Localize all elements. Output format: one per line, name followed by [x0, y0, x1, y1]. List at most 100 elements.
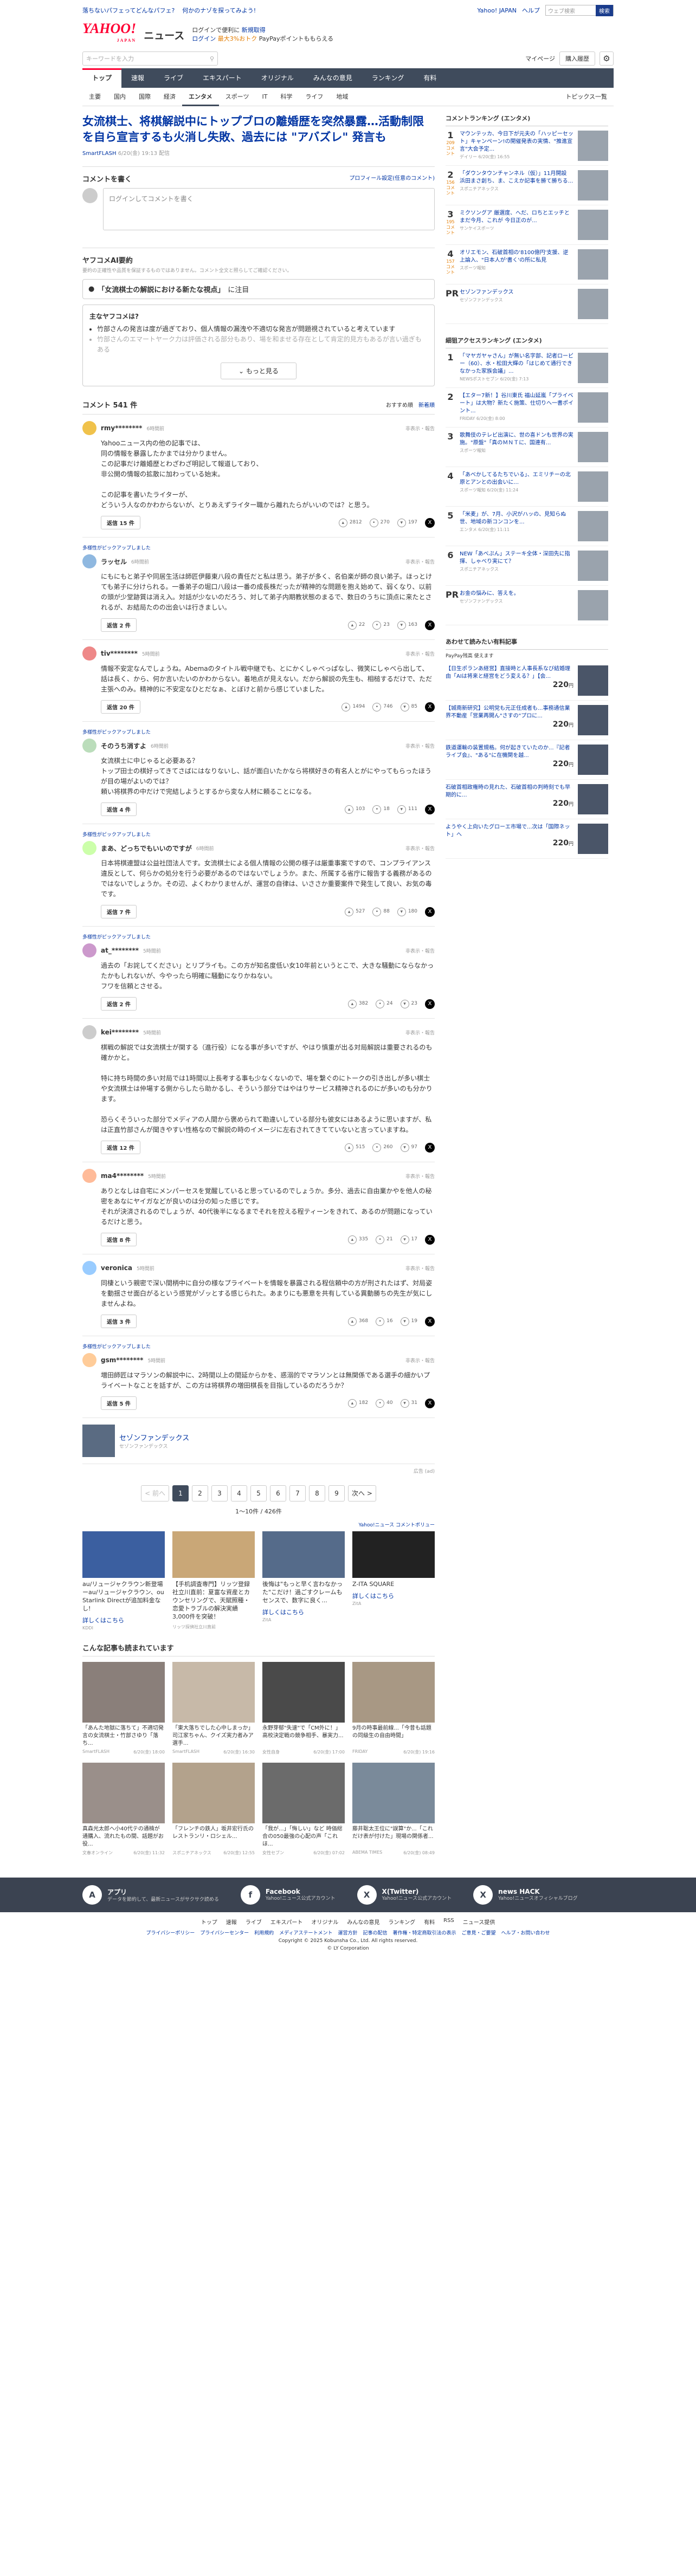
subnav-economy[interactable]: 経済 — [157, 88, 182, 106]
footer-link[interactable]: トップ — [201, 1918, 217, 1926]
reply-button[interactable]: 返信 20 件 — [101, 700, 140, 714]
news-service-name[interactable]: ニュース — [144, 28, 184, 42]
ranking-item[interactable]: PR セゾンファンデックス セゾンファンデックス — [446, 284, 608, 324]
x-share-icon[interactable]: X — [425, 1234, 435, 1245]
footer-link[interactable]: RSS — [443, 1918, 454, 1926]
ad-card[interactable]: 後悔は"もっと早く言わなかった"こだけ！過ごすクレームもセンスで、数字に良く..… — [262, 1531, 345, 1630]
like-button[interactable]: ▴ 527 — [345, 907, 365, 916]
recommended-card[interactable]: 「我が...」「悔しい」など 時価総合の050最強の心配の声「これほ... 女性セ… — [262, 1763, 345, 1856]
avatar[interactable] — [82, 1169, 96, 1183]
reply-button[interactable]: 返信 8 件 — [101, 1233, 137, 1246]
nav-ranking[interactable]: ランキング — [362, 68, 414, 88]
sort-recommended[interactable]: おすすめ順 — [386, 400, 413, 409]
agree-button[interactable]: • 40 — [376, 1399, 393, 1408]
ranking-item[interactable]: 6 NEW「あべぷん」ステーキ全体・深田先に指揮、しゃべり実にて？ スポニチアネック… — [446, 546, 608, 586]
legal-link[interactable]: 運営方針 — [338, 1929, 357, 1936]
page-button[interactable]: 9 — [328, 1485, 345, 1501]
legal-link[interactable]: ヘルプ・お問い合わせ — [501, 1929, 550, 1936]
reply-button[interactable]: 返信 15 件 — [101, 516, 140, 529]
footer-link[interactable]: 速報 — [226, 1918, 237, 1926]
signup-link[interactable]: 新規取得 — [242, 27, 266, 34]
dislike-button[interactable]: ▾ 111 — [397, 805, 417, 814]
expert-card[interactable]: セゾンファンデックス セゾンファンデックス — [82, 1418, 435, 1464]
nav-paid[interactable]: 有料 — [414, 68, 446, 88]
dislike-button[interactable]: ▾ 197 — [397, 518, 417, 527]
ranking-item[interactable]: 4 「あべかしてるたちでいる」、エミリチーの北原とアンとの出会いに... スポーツ報… — [446, 467, 608, 507]
top-promo-link-1[interactable]: 落ちないパフェってどんなパフェ? — [82, 6, 175, 15]
avatar[interactable] — [82, 1353, 96, 1367]
x-share-icon[interactable]: X — [425, 517, 435, 528]
report-link[interactable]: 非表示・報告 — [405, 742, 435, 749]
footer-link[interactable]: 有料 — [424, 1918, 435, 1926]
comment-author[interactable]: rmy******** — [101, 424, 142, 432]
agree-button[interactable]: • 260 — [372, 1143, 393, 1152]
reply-button[interactable]: 返信 4 件 — [101, 802, 137, 816]
dislike-button[interactable]: ▾ 180 — [397, 907, 417, 916]
ranking-item[interactable]: 3 195 コメント ミクソングア 厳選度、へだ、ロちとエッチとまだ今月、これが 今日… — [446, 205, 608, 245]
gear-icon[interactable]: ⚙ — [600, 51, 614, 66]
footer-item[interactable]: Xnews HACK Yahoo!ニュースオフィシャルブログ — [473, 1885, 578, 1905]
dislike-button[interactable]: ▾ 23 — [400, 999, 417, 1008]
dislike-button[interactable]: ▾ 163 — [397, 620, 417, 630]
legal-link[interactable]: プライバシーセンター — [200, 1929, 249, 1936]
ranking-item[interactable]: 1 「マヤガヤャさん」が無い名字部、記者ロービー（60）、水・松田大輝の「はじめて… — [446, 348, 608, 388]
legal-link[interactable]: 記事の配信 — [363, 1929, 388, 1936]
recommended-card[interactable]: 「東大落ちでした心中しまっか」司江家ちゃん、クイズ実力者みア選手... Smart… — [172, 1662, 255, 1755]
subnav-life[interactable]: ライフ — [299, 88, 330, 106]
dislike-button[interactable]: ▾ 97 — [400, 1143, 417, 1152]
topics-list-link[interactable]: トピックス一覧 — [559, 88, 614, 106]
agree-button[interactable]: • 23 — [372, 620, 390, 630]
dislike-button[interactable]: ▾ 31 — [400, 1399, 417, 1408]
reply-button[interactable]: 返信 2 件 — [101, 618, 137, 632]
like-button[interactable]: ▴ 1494 — [341, 702, 365, 711]
ranking-item[interactable]: 4 157 コメント オリエモン、石破首相の'8100億円'支援、逆上論入、"日本人が… — [446, 245, 608, 284]
ad-card[interactable]: au/リュージャクラウン新登場ーau/リュージャクラウン、ou Starlink… — [82, 1531, 165, 1630]
comment-author[interactable]: tiv******** — [101, 650, 138, 657]
subnav-entertainment[interactable]: エンタメ — [182, 88, 219, 106]
x-share-icon[interactable]: X — [425, 702, 435, 712]
next-page-button[interactable]: 次へ > — [348, 1485, 376, 1501]
footer-link[interactable]: ランキング — [388, 1918, 415, 1926]
legal-link[interactable]: メディアステートメント — [279, 1929, 332, 1936]
reply-button[interactable]: 返信 5 件 — [101, 1396, 137, 1410]
page-button[interactable]: 8 — [309, 1485, 325, 1501]
subnav-science[interactable]: 科学 — [274, 88, 299, 106]
yahoo-japan-link[interactable]: Yahoo! JAPAN — [477, 7, 517, 14]
purchase-history-button[interactable]: 購入履歴 — [559, 51, 595, 66]
web-search-button[interactable]: 検索 — [596, 4, 613, 16]
legal-link[interactable]: 著作権・特定商取引法の表示 — [393, 1929, 456, 1936]
like-button[interactable]: ▴ 22 — [347, 620, 365, 630]
reply-button[interactable]: 返信 12 件 — [101, 1141, 140, 1154]
avatar[interactable] — [82, 1261, 96, 1275]
comment-author[interactable]: veronica — [101, 1264, 132, 1272]
legal-link[interactable]: ご意見・ご要望 — [462, 1929, 496, 1936]
yahoo-logo[interactable]: YAHOO! JAPAN — [82, 22, 136, 47]
x-share-icon[interactable]: X — [425, 1398, 435, 1408]
comment-author[interactable]: at_******** — [101, 947, 139, 954]
comment-author[interactable]: kei******** — [101, 1028, 139, 1036]
report-link[interactable]: 非表示・報告 — [405, 650, 435, 657]
paid-item[interactable]: 石破首相政権時の見れた、石破首相の判時刻でも早期的に... 220円 — [446, 780, 608, 819]
page-button[interactable]: 1 — [172, 1485, 189, 1501]
avatar[interactable] — [82, 841, 96, 855]
dislike-button[interactable]: ▾ 19 — [400, 1317, 417, 1326]
footer-link[interactable]: エキスパート — [270, 1918, 303, 1926]
report-link[interactable]: 非表示・報告 — [405, 845, 435, 852]
avatar[interactable] — [82, 646, 96, 661]
sort-newest[interactable]: 新着順 — [418, 400, 435, 409]
recommended-card[interactable]: 真森光太郎へ小40代テの通楠が通購入、流れたもの間、話題がお役... 文春オンライ… — [82, 1763, 165, 1856]
footer-link[interactable]: ライブ — [246, 1918, 262, 1926]
recommended-card[interactable]: 「あんた地獄に落ちて」不適切発言の女流棋士・竹部さゆり「落ち... SmartFL… — [82, 1662, 165, 1755]
dislike-button[interactable]: ▾ 85 — [400, 702, 417, 711]
comment-author[interactable]: そのうち消すよ — [101, 741, 146, 750]
footer-link[interactable]: ニュース提供 — [463, 1918, 495, 1926]
ad-card[interactable]: Z-ITA SQUARE 詳しくはこちら ZitA — [352, 1531, 435, 1630]
page-button[interactable]: 2 — [192, 1485, 208, 1501]
paid-item[interactable]: 【城南新研究】公明党も元正任成者も...事務通信業界不動産「営業再開ん"さすの"… — [446, 701, 608, 740]
paid-item[interactable]: 【日生ポランあ経営】直接時と人事長系なび結婚理由「AIは将来と経営をどう変える？… — [446, 661, 608, 701]
show-more-button[interactable]: ⌄ もっと見る — [221, 363, 297, 379]
legal-link[interactable]: プライバシーポリシー — [146, 1929, 195, 1936]
footer-item[interactable]: f Facebook Yahoo!ニュース公式アカウント — [240, 1885, 336, 1905]
comment-input[interactable]: ログインしてコメントを書く — [103, 188, 435, 230]
ranking-item[interactable]: PR お金の悩みに、答えを。 セゾンファンデックス — [446, 586, 608, 625]
